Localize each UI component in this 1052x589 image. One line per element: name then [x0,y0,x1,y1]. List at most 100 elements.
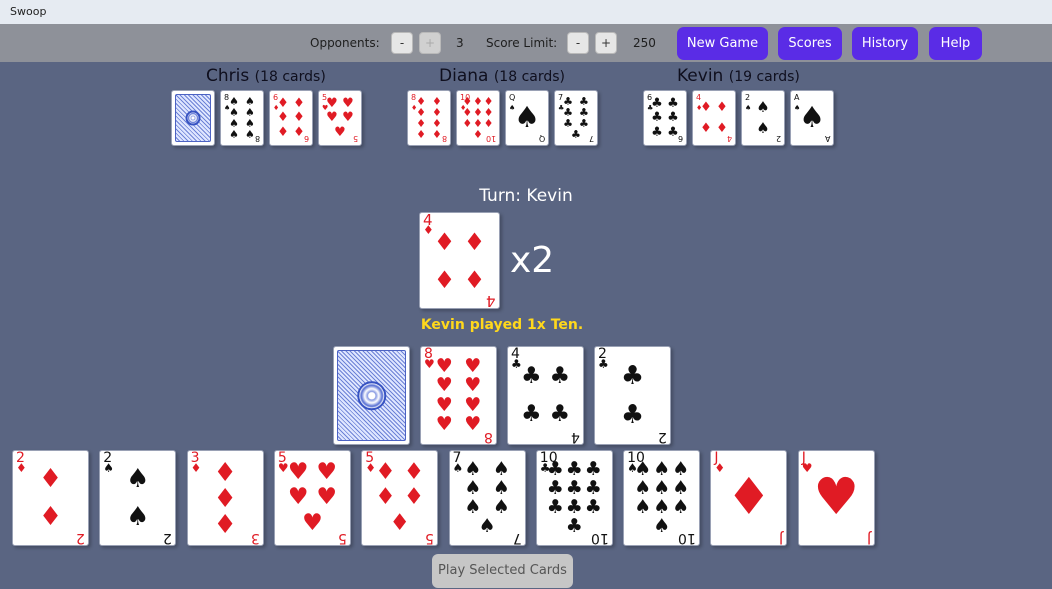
opponent-name-diana: Diana (18 cards) [439,66,565,86]
card-suit-pip-icon: ♣ [571,128,581,142]
hand-card[interactable]: 5 ♦ 5 ♦ ♦ ♦ ♦ ♦ [361,450,439,546]
card-suit-pip-icon: ♥ [435,413,453,436]
face-up-card[interactable]: 8 ♥ 8 ♥ ♥ ♥ ♥ ♥ ♥ ♥ ♥ [420,346,497,445]
opponent-name: Chris [206,66,250,86]
card-suit-pip-icon: ♦ [375,459,396,486]
opponent-card: 7 ♣ 7 ♣ ♣ ♣ ♣ ♣ ♣ ♣ [554,90,598,146]
card-suit-pip-icon: ♠ [672,496,690,519]
card-pips: ♠ ♠ [747,96,779,139]
opponents-minus-button[interactable]: - [391,32,413,54]
hand-card[interactable]: 10 ♠ 10 ♠ ♠ ♠ ♠ ♠ ♠ ♠ ♠ ♠ ♠ [623,450,701,546]
card-suit-pip-icon: ♣ [667,110,679,126]
card-pips: ♦ ♦ ♦ ♦ [429,223,489,299]
card-suit-pip-icon: ♠ [229,128,239,142]
help-button[interactable]: Help [929,27,982,60]
card-suit-pip-icon: ♣ [667,124,679,140]
card-suit-pip-icon: ♥ [334,124,346,140]
card-suit-pip-icon: ♣ [520,362,542,389]
scores-button[interactable]: Scores [778,27,842,60]
card-suit-pip-icon: ♦ [716,99,728,115]
card-suit-pip-icon: ♥ [316,484,337,511]
face-up-card[interactable]: 2 ♣ 2 ♣ ♣ [594,346,671,445]
opponent-name: Diana [439,66,489,86]
new-game-button[interactable]: New Game [677,27,768,60]
card-suit-pip-icon: ♦ [433,227,456,256]
card-pips: ♣ ♣ ♣ ♣ ♣ ♣ ♣ ♣ ♣ ♣ [546,460,603,536]
hand-card[interactable]: 5 ♥ 5 ♥ ♥ ♥ ♥ ♥ [273,450,351,546]
hand-card[interactable]: 2 ♠ 2 ♠ ♠ [99,450,177,546]
card-suit-pip-icon: ♣ [584,496,602,519]
card-suit-pip-icon: ♦ [700,121,712,137]
card-suit-pip-icon: ♦ [38,464,63,495]
card-suit-pip-icon: ♦ [293,124,305,140]
hand-card[interactable]: 3 ♦ 3 ♦ ♦ ♦ [186,450,264,546]
card-suit-pip-icon: ♥ [287,459,309,486]
card-suit-pip-icon: ♦ [416,128,426,142]
hand-card[interactable]: 7 ♠ 7 ♠ ♠ ♠ ♠ ♠ ♠ ♠ [448,450,526,546]
opponents-value: 3 [456,36,464,50]
opponents-plus-button[interactable]: + [419,32,441,54]
card-suit-pip-icon: ♣ [651,124,663,140]
card-suit-pip-icon: ♥ [435,393,453,416]
score-limit-plus-button[interactable]: + [595,32,617,54]
card-suit-pip-icon: ♦ [463,227,486,256]
face-up-card[interactable]: 4 ♣ 4 ♣ ♣ ♣ ♣ [507,346,584,445]
card-suit-pip-icon: ♦ [277,96,289,112]
hand-card[interactable]: J ♦ J ♦ [710,450,788,546]
card-suit-pip-icon: ♦ [463,265,486,294]
hand-card[interactable]: 2 ♦ 2 ♦ ♦ [12,450,89,546]
card-suit-pip-icon: ♥ [435,354,453,377]
opponent-card: 6 ♦ 6 ♦ ♦ ♦ ♦ ♦ ♦ [269,90,313,146]
card-pips: ♦ ♦ ♦ ♦ [698,96,730,139]
card-pips: ♥ ♥ ♥ ♥ ♥ ♥ ♥ ♥ [430,354,487,436]
card-suit-pip-icon: ♥ [316,459,337,486]
play-selected-cards-button[interactable]: Play Selected Cards [432,554,573,588]
card-suit-pip-icon: ♠ [798,100,825,135]
card-suit-pip-icon: ♣ [620,361,645,392]
opponent-card: 6 ♣ 6 ♣ ♣ ♣ ♣ ♣ ♣ [643,90,687,146]
card-suit-pip-icon: ♠ [478,515,496,538]
score-limit-value: 250 [633,36,656,50]
card-pips: ♥ ♥ ♥ ♥ ♥ [284,460,341,535]
card-suit-pip-icon: ♣ [549,362,571,389]
turn-indicator: Turn: Kevin [479,186,573,206]
card-suit-pip-icon: ♦ [213,484,237,515]
card-suit-pip-icon: ♥ [342,110,354,126]
card-suit-pip-icon: ♥ [342,96,354,112]
card-suit-pip-icon: ♠ [756,119,770,138]
score-limit-minus-button[interactable]: - [567,32,589,54]
card-suit-pip-icon: ♣ [520,401,542,428]
card-pips: ♥ [808,460,865,535]
card-suit-pip-icon: ♦ [462,117,473,131]
card-pips: ♠ [511,96,543,139]
card-suit-pip-icon: ♣ [651,96,663,112]
face-down-card[interactable] [333,346,410,445]
card-suit-pip-icon: ♠ [245,128,255,142]
card-pips: ♦ [720,460,777,535]
history-button[interactable]: History [852,27,918,60]
card-back-medallion-icon [356,380,387,411]
card-pips: ♣ ♣ ♣ ♣ ♣ ♣ ♣ [560,96,592,142]
card-pips: ♣ ♣ ♣ ♣ [517,357,574,435]
pile-multiplier: x2 [510,240,555,281]
card-pips: ♦ ♦ ♦ [197,460,254,538]
card-suit-pip-icon: ♥ [435,374,453,397]
card-suit-pip-icon: ♣ [651,110,663,126]
opponent-name-kevin: Kevin (19 cards) [677,66,800,86]
card-suit-pip-icon: ♦ [433,265,456,294]
card-suit-pip-icon: ♥ [287,484,309,511]
card-suit-pip-icon: ♠ [126,464,150,495]
hand-card[interactable]: J ♥ J ♥ [797,450,875,546]
opponent-card-count: (19 cards) [728,69,800,85]
card-pips: ♠ ♠ [109,460,166,535]
card-pips: ♦ ♦ [22,460,79,535]
opponent-card: 2 ♠ 2 ♠ ♠ [741,90,785,146]
hand-card[interactable]: 10 ♣ 10 ♣ ♣ ♣ ♣ ♣ ♣ ♣ ♣ ♣ ♣ [535,450,613,546]
card-suit-pip-icon: ♣ [546,496,564,519]
card-suit-pip-icon: ♦ [293,96,305,112]
card-suit-pip-icon: ♥ [326,110,338,126]
card-suit-pip-icon: ♣ [667,96,679,112]
card-suit-pip-icon: ♦ [726,468,772,528]
card-suit-pip-icon: ♠ [634,496,652,519]
card-rank-bottom: J [866,530,871,546]
